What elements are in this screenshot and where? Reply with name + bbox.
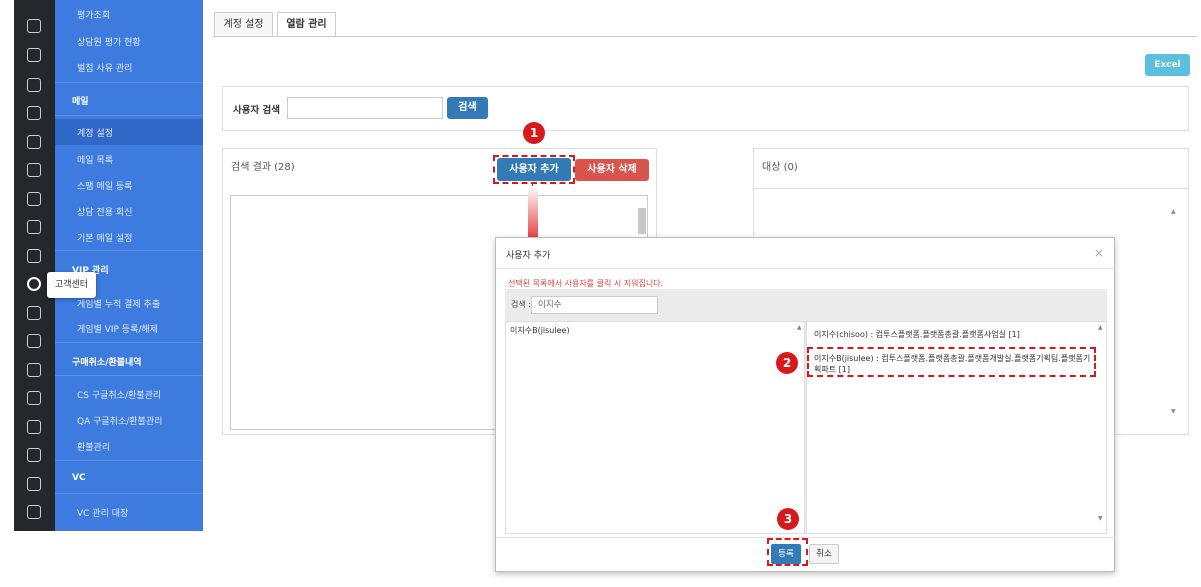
card-icon[interactable] xyxy=(27,106,41,120)
modal-notice: 선택된 목록에서 사용자를 클릭 시 지워집니다. xyxy=(508,279,664,288)
modal-left-list[interactable] xyxy=(505,321,805,534)
divider xyxy=(55,460,203,461)
highlight-selected-user xyxy=(807,347,1096,377)
scrollbar-thumb[interactable] xyxy=(638,208,646,234)
sidebar-item[interactable]: CS 구글취소/환불관리 xyxy=(77,388,161,401)
chart-icon[interactable] xyxy=(27,306,41,320)
scroll-down-icon[interactable]: ▼ xyxy=(1098,515,1103,522)
divider xyxy=(55,375,203,376)
highlight-register-button xyxy=(767,538,808,566)
results-title: 검색 결과 (28) xyxy=(231,162,295,173)
cancel-button[interactable]: 취소 xyxy=(809,544,839,564)
chat-icon[interactable] xyxy=(27,220,41,234)
edit-icon[interactable] xyxy=(27,135,41,149)
step-marker-2: 2 xyxy=(776,352,798,374)
document-icon[interactable] xyxy=(27,48,41,62)
search-button[interactable]: 검색 xyxy=(447,97,488,119)
divider xyxy=(55,82,203,83)
divider xyxy=(55,493,203,494)
tab-divider xyxy=(213,36,1197,37)
database-icon[interactable] xyxy=(27,363,41,377)
modal-title: 사용자 추가 xyxy=(506,251,551,261)
sidebar-item[interactable]: 게임별 VIP 등록/해제 xyxy=(77,322,158,335)
bar-chart-icon[interactable] xyxy=(27,477,41,491)
user-icon[interactable] xyxy=(27,78,41,92)
step-marker-3: 3 xyxy=(777,508,799,530)
scroll-up-icon[interactable]: ▲ xyxy=(1171,208,1176,215)
excel-button[interactable]: Excel xyxy=(1145,54,1190,76)
dashboard-icon[interactable] xyxy=(27,19,41,33)
search-label: 사용자 검색 xyxy=(233,105,281,116)
tab-account-settings[interactable]: 계정 설정 xyxy=(214,12,273,36)
tooltip: 고객센터 xyxy=(47,272,96,298)
sidebar-item[interactable]: QA 구글취소/환불관리 xyxy=(77,414,162,427)
layers-icon[interactable] xyxy=(27,505,41,519)
delete-user-button[interactable]: 사용자 삭제 xyxy=(575,159,649,181)
list-item[interactable]: 이지수B(jisulee) xyxy=(510,325,570,336)
scroll-down-icon[interactable]: ▼ xyxy=(1171,408,1176,415)
sidebar-item[interactable]: 스팸 메일 등록 xyxy=(77,179,132,192)
sidebar-item-account-settings[interactable]: 계정 설정 xyxy=(77,126,113,139)
highlight-add-button xyxy=(493,155,575,184)
monitor-icon[interactable] xyxy=(27,391,41,405)
divider xyxy=(55,115,203,116)
divider xyxy=(55,342,203,343)
tab-view-management[interactable]: 열람 관리 xyxy=(277,12,336,37)
refresh-icon[interactable] xyxy=(27,420,41,434)
gift-icon[interactable] xyxy=(27,448,41,462)
sidebar-item[interactable]: 상담원 평가 현황 xyxy=(77,35,141,48)
sidebar-item[interactable]: 게임별 누적 결제 추출 xyxy=(77,297,160,310)
arrow-shaft xyxy=(528,186,538,240)
close-icon[interactable]: × xyxy=(1094,246,1104,260)
sidebar-item[interactable]: 환불관리 xyxy=(77,440,110,453)
headset-icon[interactable] xyxy=(27,277,41,291)
scroll-up-icon[interactable]: ▲ xyxy=(1098,324,1103,331)
target-title: 대상 (0) xyxy=(762,162,798,173)
list-item[interactable]: 이지수(chisoo) : 컴투스플랫폼.플랫폼총괄.플랫폼사업실 [1] xyxy=(814,329,1020,340)
sidebar-item[interactable]: 평가조회 xyxy=(77,8,110,21)
search-input[interactable] xyxy=(287,97,443,119)
scroll-up-icon[interactable]: ▲ xyxy=(797,324,802,331)
users-icon[interactable] xyxy=(27,249,41,263)
step-marker-1: 1 xyxy=(523,122,545,144)
section-heading-vc: VC xyxy=(72,473,86,483)
divider xyxy=(55,250,203,251)
divider xyxy=(496,268,1114,269)
sidebar-item[interactable]: 상담 전용 회신 xyxy=(77,205,132,218)
shield-icon[interactable] xyxy=(27,334,41,348)
plus-box-icon[interactable] xyxy=(27,163,41,177)
section-heading-refund: 구매취소/환불내역 xyxy=(72,358,142,368)
sidebar-item[interactable]: 메일 목록 xyxy=(77,153,113,166)
add-user-modal: 사용자 추가 × 선택된 목록에서 사용자를 클릭 시 지워집니다. 검색 : … xyxy=(495,237,1115,572)
sidebar-item[interactable]: 벌점 사유 관리 xyxy=(77,61,132,74)
sidebar-item[interactable]: VC 관리 대장 xyxy=(77,506,128,519)
modal-search-input[interactable]: 이지수 xyxy=(531,296,658,314)
sidebar-item[interactable]: 기본 메일 설정 xyxy=(77,231,132,244)
share-icon[interactable] xyxy=(27,192,41,206)
section-heading-mail: 메일 xyxy=(72,97,89,107)
sidebar: 평가조회 상담원 평가 현황 벌점 사유 관리 메일 계정 설정 메일 목록 스… xyxy=(55,0,203,531)
modal-search-label: 검색 : xyxy=(511,300,531,309)
divider xyxy=(753,188,1189,189)
icon-rail xyxy=(14,0,55,531)
